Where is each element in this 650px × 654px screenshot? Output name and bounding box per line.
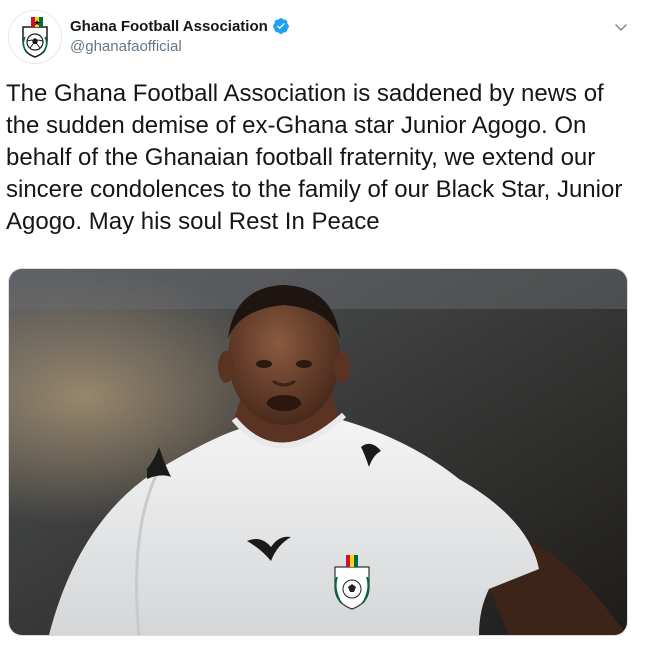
display-name[interactable]: Ghana Football Association	[70, 18, 268, 35]
display-name-row: Ghana Football Association	[70, 16, 290, 36]
handle[interactable]: @ghanafaofficial	[70, 38, 290, 55]
verified-badge-icon	[272, 18, 289, 34]
tweet-text: The Ghana Football Association is sadden…	[6, 80, 623, 235]
player-photo	[9, 269, 627, 635]
chevron-down-icon[interactable]	[612, 18, 630, 36]
tweet-photo[interactable]	[8, 268, 628, 636]
tweet-card: Ghana Football Association @ghanafaoffic…	[0, 0, 650, 654]
avatar[interactable]	[8, 10, 62, 64]
ghana-fa-crest-icon	[9, 11, 61, 63]
tweet-header: Ghana Football Association @ghanafaoffic…	[8, 10, 638, 66]
account-names: Ghana Football Association @ghanafaoffic…	[70, 16, 290, 55]
